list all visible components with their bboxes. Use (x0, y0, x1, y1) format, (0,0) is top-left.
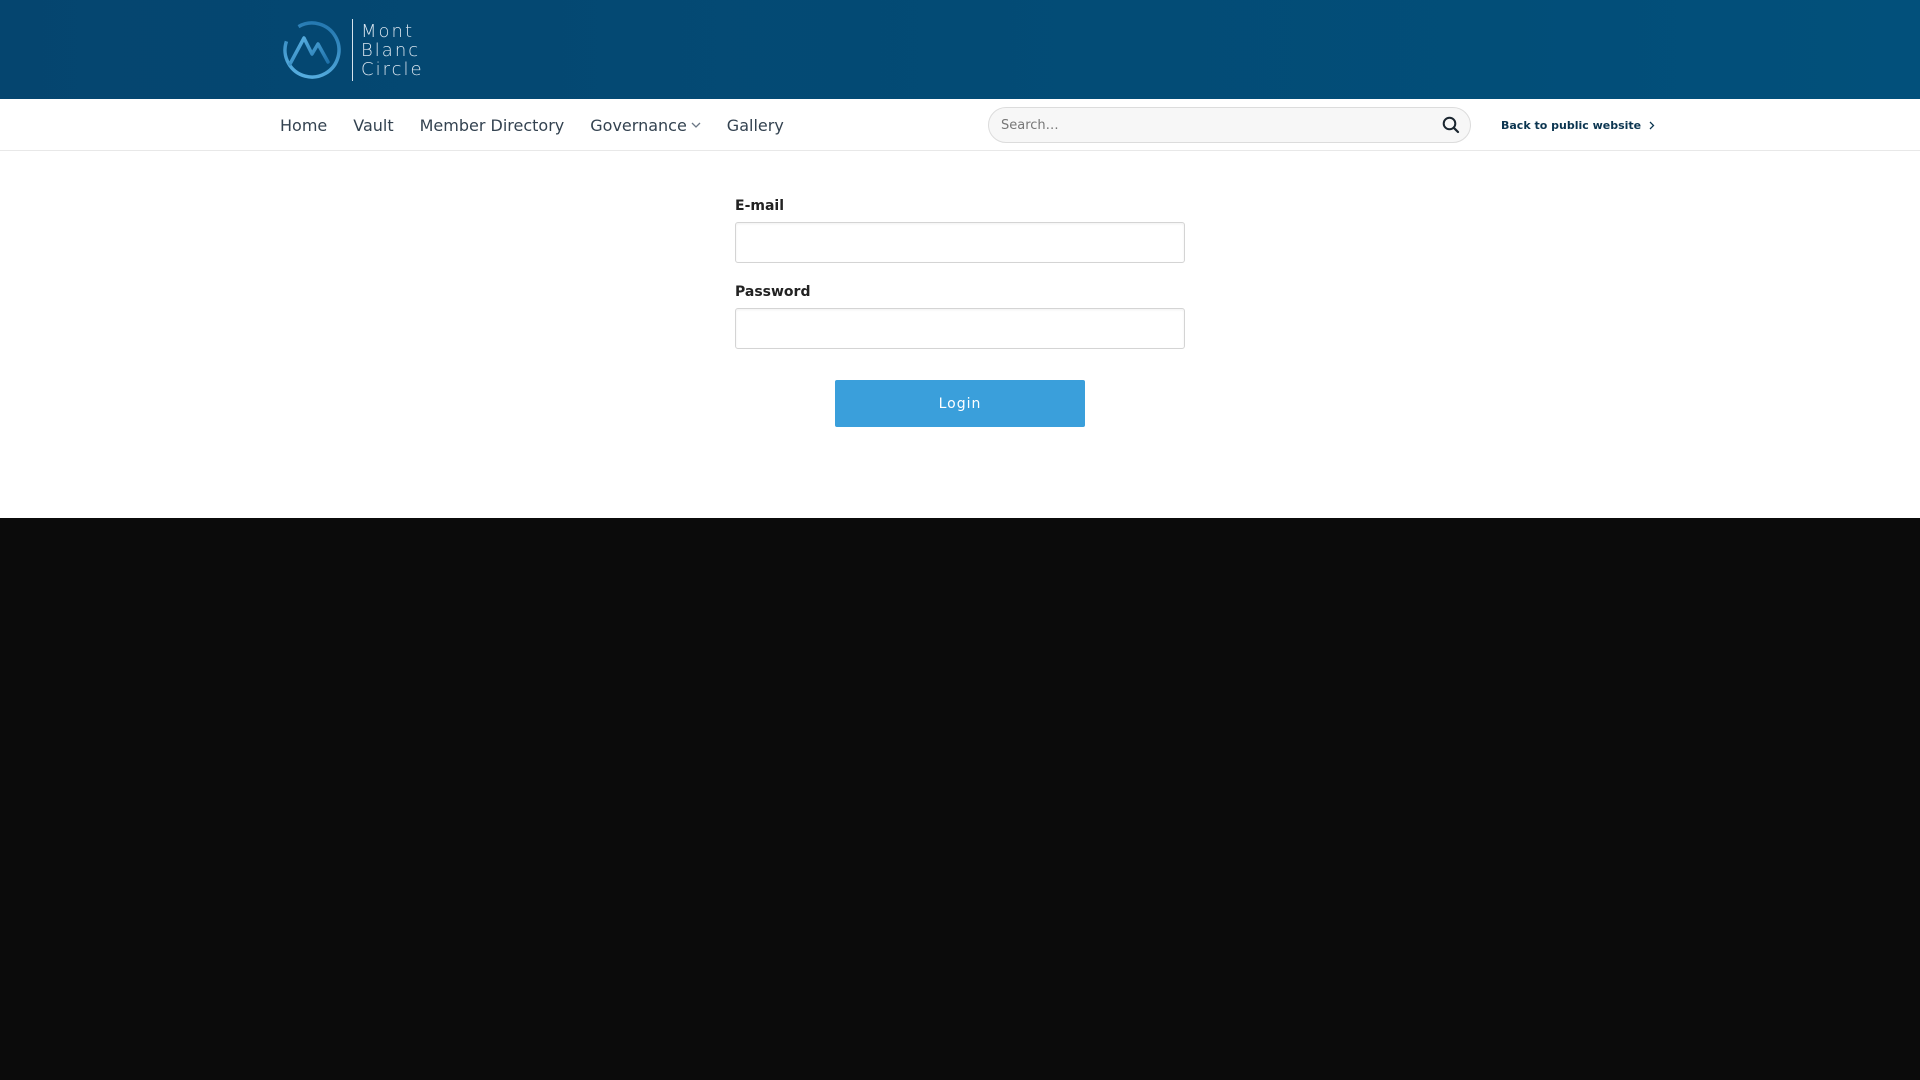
nav-item-governance[interactable]: Governance (590, 116, 701, 135)
password-label: Password (735, 284, 811, 300)
site-logo[interactable]: Mont Blanc Circle (280, 14, 430, 86)
nav-item-home[interactable]: Home (280, 116, 327, 135)
back-link-label: Back to public website (1501, 118, 1642, 132)
nav-item-vault[interactable]: Vault (353, 116, 393, 135)
logo-line: Blanc (361, 39, 421, 61)
nav-item-label: Member Directory (419, 115, 565, 135)
logo-divider (352, 19, 353, 81)
search-input[interactable] (989, 108, 1432, 142)
nav-item-label: Vault (353, 115, 394, 135)
nav-item-label: Governance (590, 115, 687, 135)
login-button[interactable]: Login (835, 380, 1085, 427)
logo-line: Circle (361, 58, 424, 80)
nav-item-member-directory[interactable]: Member Directory (420, 116, 565, 135)
login-form: E-mail Password Login (735, 198, 1185, 427)
search-form (988, 107, 1471, 143)
chevron-down-icon (691, 122, 701, 128)
nav-item-label: Gallery (726, 115, 784, 135)
email-label: E-mail (735, 198, 785, 214)
site-header: Mont Blanc Circle (0, 0, 1920, 99)
password-field[interactable] (735, 308, 1185, 349)
site-footer (0, 518, 1920, 1080)
search-icon (1442, 116, 1460, 134)
main-navigation: Home Vault Member Directory Governance G… (0, 99, 1920, 151)
chevron-right-icon (1649, 121, 1655, 129)
back-to-public-website-link[interactable]: Back to public website (1501, 99, 1655, 151)
nav-menu: Home Vault Member Directory Governance G… (280, 99, 784, 151)
email-field[interactable] (735, 222, 1185, 263)
main-content: E-mail Password Login (0, 151, 1920, 518)
mountain-logo-icon (283, 21, 341, 79)
logo-wordmark: Mont Blanc Circle (361, 22, 424, 79)
nav-item-gallery[interactable]: Gallery (727, 116, 784, 135)
search-button[interactable] (1432, 108, 1470, 142)
logo-line: Mont (361, 20, 415, 42)
nav-item-label: Home (280, 115, 328, 135)
